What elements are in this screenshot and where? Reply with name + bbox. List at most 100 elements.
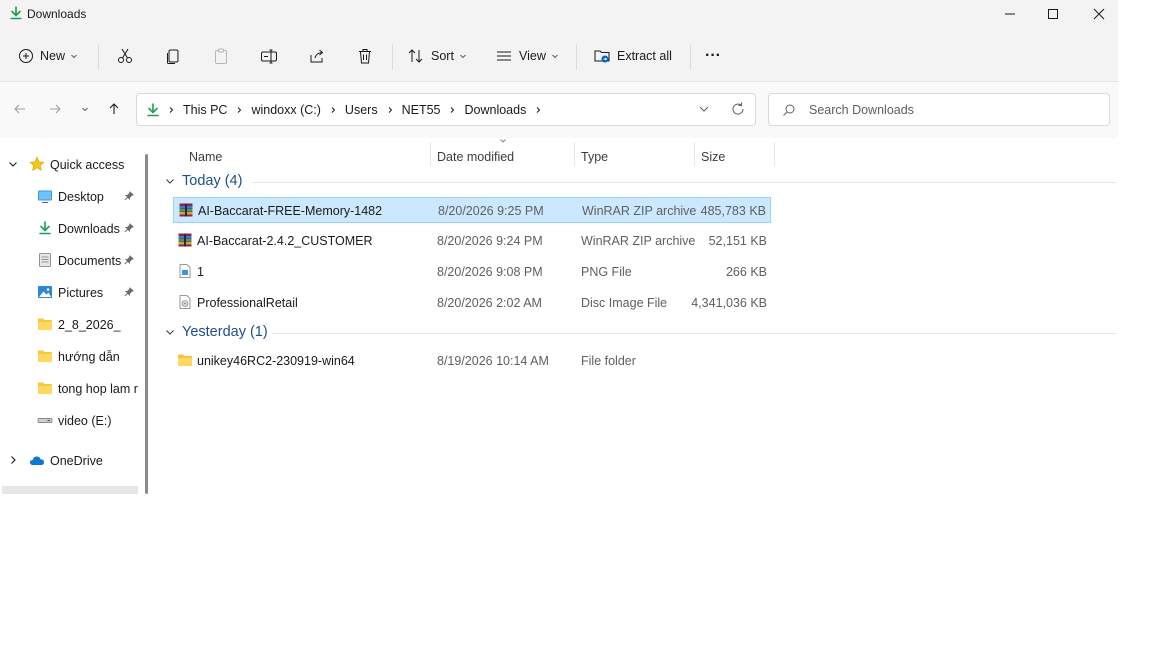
sidebar-item-folder[interactable]: 2_8_2026_ [0, 310, 140, 338]
file-date: 8/20/2026 9:24 PM [437, 234, 543, 248]
chevron-right-icon[interactable] [235, 106, 243, 114]
more-options-button[interactable]: ··· [705, 40, 721, 72]
window-title: Downloads [27, 7, 87, 21]
sidebar-scrollbar[interactable] [145, 154, 148, 494]
chevron-down-icon[interactable] [697, 102, 711, 116]
folder-icon [38, 318, 52, 330]
breadcrumb-downloads[interactable]: Downloads [464, 103, 526, 117]
view-button[interactable]: View [495, 40, 559, 72]
sidebar-item-documents[interactable]: Documents [0, 246, 140, 274]
chevron-right-icon[interactable] [448, 106, 456, 114]
minimize-icon [1005, 13, 1015, 15]
file-name: 1 [197, 265, 204, 279]
sidebar-item-drive[interactable]: video (E:) [0, 406, 140, 434]
file-name: AI-Baccarat-FREE-Memory-1482 [198, 204, 383, 218]
chevron-right-icon[interactable] [534, 106, 542, 114]
file-size: 52,151 KB [708, 234, 767, 248]
copy-button[interactable] [164, 40, 182, 72]
download-icon [39, 221, 51, 235]
pictures-icon [38, 286, 52, 298]
cut-button[interactable] [116, 40, 134, 72]
forward-button[interactable] [44, 98, 66, 120]
breadcrumb-this-pc[interactable]: This PC [183, 103, 227, 117]
column-divider[interactable] [574, 142, 575, 166]
download-icon [147, 102, 159, 116]
sidebar-item-onedrive[interactable]: OneDrive [0, 446, 140, 474]
file-row[interactable]: AI-Baccarat-FREE-Memory-1482 8/20/2026 9… [173, 197, 771, 223]
file-row[interactable]: ProfessionalRetail 8/20/2026 2:02 AM Dis… [173, 290, 771, 316]
column-header-size[interactable]: Size [701, 144, 725, 168]
chevron-right-icon[interactable] [386, 106, 394, 114]
sidebar-item-quick-access[interactable]: Quick access [0, 150, 140, 178]
navigation-pane: Quick access Desktop Downloads Documents… [0, 138, 156, 494]
column-header-date[interactable]: Date modified [437, 144, 514, 168]
copy-icon [167, 49, 179, 64]
sidebar-item-pictures[interactable]: Pictures [0, 278, 140, 306]
document-icon [39, 253, 51, 267]
chevron-down-icon [166, 179, 174, 184]
pin-icon[interactable] [124, 223, 134, 233]
chevron-right-icon[interactable] [167, 106, 175, 114]
chevron-right-icon[interactable] [7, 454, 19, 466]
new-button[interactable]: New [18, 40, 78, 72]
rename-button[interactable] [260, 40, 278, 72]
winrar-icon [178, 233, 192, 247]
file-explorer-window: Downloads New Sort View Extract all ··· … [0, 0, 1118, 494]
search-icon [783, 104, 795, 116]
extract-icon [594, 50, 610, 63]
desktop-icon [38, 190, 52, 203]
more-icon: ··· [705, 47, 721, 64]
search-input[interactable] [809, 101, 1099, 119]
back-button[interactable] [9, 98, 31, 120]
maximize-button[interactable] [1030, 0, 1076, 28]
file-date: 8/20/2026 2:02 AM [437, 296, 542, 310]
recent-locations-button[interactable] [74, 98, 96, 120]
chevron-down-icon[interactable] [7, 158, 19, 170]
group-header-today[interactable]: Today (4) [164, 170, 242, 192]
extract-all-button[interactable]: Extract all [593, 40, 672, 72]
column-divider[interactable] [774, 142, 775, 166]
breadcrumb-users[interactable]: Users [345, 103, 378, 117]
column-header-name[interactable]: Name [189, 144, 222, 168]
title-bar: Downloads [0, 0, 1118, 28]
up-button[interactable] [103, 98, 125, 120]
file-date: 8/20/2026 9:08 PM [437, 265, 543, 279]
sidebar-item-downloads[interactable]: Downloads [0, 214, 140, 242]
chevron-right-icon[interactable] [329, 106, 337, 114]
file-row[interactable]: 1 8/20/2026 9:08 PM PNG File 266 KB [173, 259, 771, 285]
close-button[interactable] [1076, 0, 1118, 28]
sort-label: Sort [431, 49, 454, 63]
address-bar[interactable]: This PC windoxx (C:) Users NET55 Downloa… [136, 93, 756, 126]
scissors-icon [118, 48, 132, 63]
chevron-down-icon [82, 107, 88, 112]
column-divider[interactable] [430, 142, 431, 166]
pin-icon[interactable] [124, 287, 134, 297]
paste-button[interactable] [212, 40, 230, 72]
maximize-icon [1048, 9, 1058, 19]
delete-button[interactable] [356, 40, 374, 72]
pin-icon[interactable] [124, 255, 134, 265]
file-row[interactable]: unikey46RC2-230919-win64 8/19/2026 10:14… [173, 348, 771, 374]
winrar-icon [179, 203, 193, 217]
column-header-type[interactable]: Type [581, 144, 608, 168]
sidebar-item-folder[interactable]: tong hop lam r [0, 374, 140, 402]
group-header-yesterday[interactable]: Yesterday (1) [164, 321, 268, 343]
folder-icon [38, 382, 52, 394]
sidebar-item-this-pc[interactable] [2, 486, 138, 494]
file-row[interactable]: AI-Baccarat-2.4.2_CUSTOMER 8/20/2026 9:2… [173, 228, 771, 254]
sidebar-item-label: Desktop [58, 190, 104, 204]
breadcrumb-user[interactable]: NET55 [402, 103, 441, 117]
sidebar-item-folder[interactable]: hướng dẫn [0, 342, 140, 370]
file-type: WinRAR ZIP archive [582, 204, 697, 218]
minimize-button[interactable] [987, 0, 1033, 28]
column-divider[interactable] [694, 142, 695, 166]
breadcrumb: This PC windoxx (C:) Users NET55 Downloa… [145, 94, 550, 125]
sort-button[interactable]: Sort [407, 40, 467, 72]
share-button[interactable] [308, 40, 326, 72]
file-type: PNG File [581, 265, 632, 279]
search-box[interactable] [768, 93, 1110, 126]
pin-icon[interactable] [124, 191, 134, 201]
refresh-icon[interactable] [730, 101, 746, 117]
breadcrumb-drive[interactable]: windoxx (C:) [251, 103, 320, 117]
sidebar-item-desktop[interactable]: Desktop [0, 182, 140, 210]
